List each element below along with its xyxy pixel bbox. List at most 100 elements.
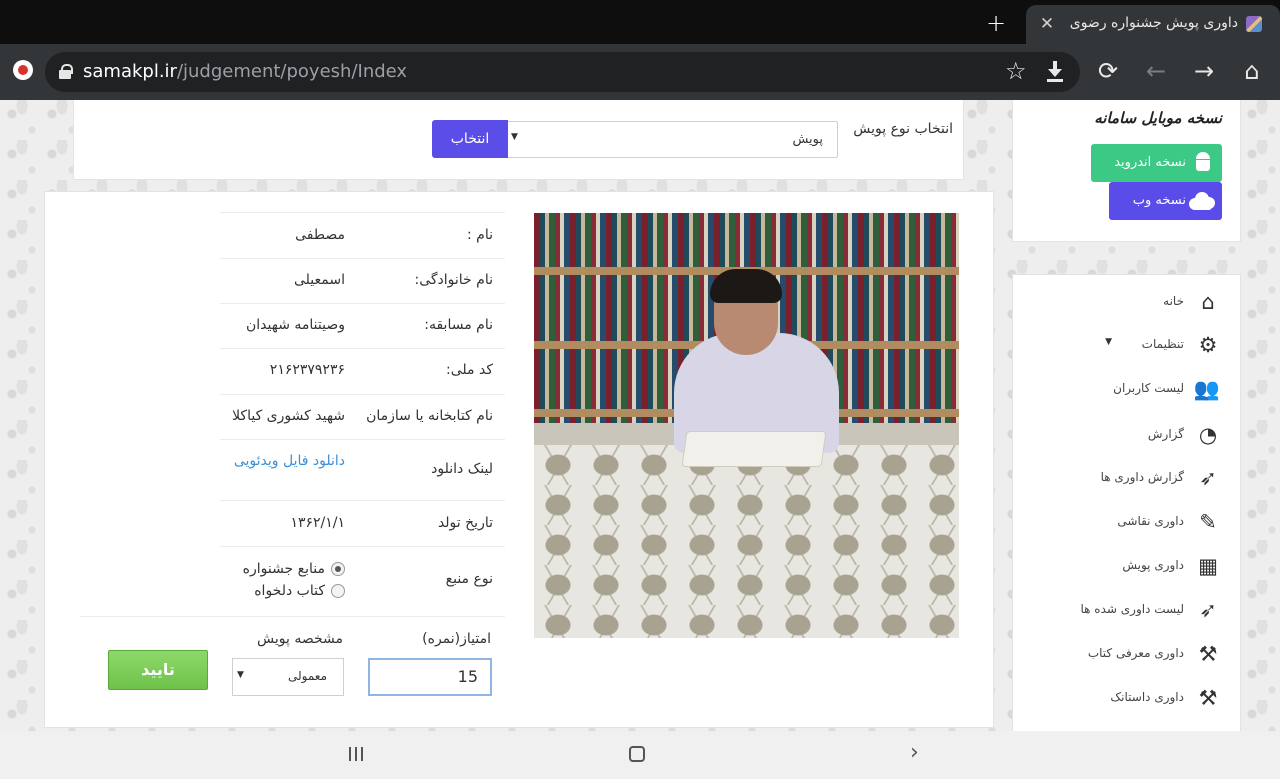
system-nav-bar: › bbox=[0, 731, 1280, 779]
radio-checked-icon[interactable] bbox=[331, 562, 345, 576]
sidebar-item-judging-report[interactable]: ➶ گزارش داوری ها bbox=[1020, 463, 1220, 493]
sidebar-item-users[interactable]: 👥 لیست کاربران bbox=[1020, 374, 1220, 404]
sidebar-item-label: گزارش داوری ها bbox=[1100, 470, 1184, 484]
field-value: شهید کشوری کیاکلا bbox=[232, 408, 345, 424]
rocket-icon: ➶ bbox=[1199, 466, 1217, 490]
radio-unchecked-icon[interactable] bbox=[331, 584, 345, 598]
new-tab-button[interactable]: + bbox=[982, 10, 1010, 38]
score-input[interactable]: 15 bbox=[368, 658, 492, 696]
type-select[interactable]: پویش ▼ bbox=[506, 121, 838, 158]
field-label: نام کتابخانه یا سازمان bbox=[366, 408, 493, 424]
sidebar-item-judged-list[interactable]: ➶ لیست داوری شده ها bbox=[1020, 595, 1220, 625]
favicon-icon bbox=[1246, 16, 1262, 32]
url-text[interactable]: samakpl.ir/judgement/poyesh/Index bbox=[83, 61, 407, 82]
spec-label: مشخصه پویش bbox=[257, 631, 343, 647]
side-menu: ⌂ خانه ⚙ تنظیمات ▼ 👥 لیست کاربران ◔ گزار… bbox=[1012, 274, 1241, 731]
sidebar-item-report[interactable]: ◔ گزارش bbox=[1020, 420, 1220, 450]
gavel-icon: ⚒ bbox=[1198, 686, 1218, 710]
extension-icon[interactable] bbox=[13, 60, 33, 80]
browser-tab[interactable]: داوری پویش جشنواره رضوی ✕ bbox=[1026, 5, 1280, 44]
address-bar[interactable]: samakpl.ir/judgement/poyesh/Index ☆ bbox=[45, 52, 1080, 92]
dropdown-arrow-icon: ▼ bbox=[511, 132, 518, 142]
forward-arrow-icon[interactable]: → bbox=[1189, 56, 1219, 86]
choose-button[interactable]: انتخاب bbox=[432, 120, 508, 158]
page-body: نسخه موبایل سامانه نسخه اندروید نسخه وب … bbox=[0, 100, 1280, 731]
judging-card: نام : مصطفی نام خانوادگی: اسمعیلی نام مس… bbox=[44, 191, 994, 728]
radio-label: کتاب دلخواه bbox=[254, 583, 325, 599]
type-selector-card: انتخاب نوع پویش پویش ▼ انتخاب bbox=[73, 100, 964, 180]
mobile-version-title: نسخه موبایل سامانه bbox=[1094, 109, 1222, 127]
sidebar-item-home[interactable]: ⌂ خانه bbox=[1020, 287, 1220, 317]
chevron-down-icon: ▼ bbox=[1105, 337, 1112, 347]
field-value: اسمعیلی bbox=[294, 272, 345, 288]
sidebar-item-label: خانه bbox=[1163, 294, 1184, 308]
sidebar-item-painting[interactable]: ✎ داوری نقاشی bbox=[1020, 507, 1220, 537]
field-label: لینک دانلود bbox=[431, 461, 493, 477]
sidebar-item-label: داوری نقاشی bbox=[1117, 514, 1184, 528]
back-arrow-icon[interactable]: ← bbox=[1141, 56, 1171, 86]
participant-photo[interactable] bbox=[534, 213, 959, 638]
field-label: نام : bbox=[467, 227, 493, 243]
score-label: امتیاز(نمره) bbox=[422, 631, 491, 647]
radio-custom-book[interactable]: کتاب دلخواه bbox=[254, 583, 345, 599]
confirm-button[interactable]: تایید bbox=[108, 650, 208, 690]
field-label: نوع منبع bbox=[445, 571, 493, 587]
type-select-value: پویش bbox=[792, 132, 823, 147]
lock-icon[interactable] bbox=[59, 64, 73, 80]
home-icon: ⌂ bbox=[1201, 290, 1215, 314]
info-row-national-id: کد ملی: ۲۱۶۲۳۷۹۲۳۶ bbox=[220, 348, 505, 394]
sidebar-item-short-story[interactable]: ⚒ داوری داستانک bbox=[1020, 683, 1220, 713]
gear-icon: ⚙ bbox=[1198, 333, 1218, 357]
android-version-button[interactable]: نسخه اندروید bbox=[1091, 144, 1222, 182]
web-version-button[interactable]: نسخه وب bbox=[1109, 182, 1222, 220]
gavel-icon: ⚒ bbox=[1198, 642, 1218, 666]
sidebar-item-label: لیست کاربران bbox=[1113, 381, 1184, 395]
film-icon: ▦ bbox=[1198, 554, 1218, 578]
tab-title: داوری پویش جشنواره رضوی bbox=[1069, 15, 1238, 31]
sidebar-item-label: تنظیمات bbox=[1141, 337, 1184, 351]
info-row-first-name: نام : مصطفی bbox=[220, 212, 505, 258]
divider bbox=[80, 616, 505, 617]
dropdown-arrow-icon: ▼ bbox=[237, 670, 244, 680]
mobile-version-card: نسخه موبایل سامانه نسخه اندروید نسخه وب bbox=[1012, 100, 1241, 242]
spec-select[interactable]: معمولی ▼ bbox=[232, 658, 344, 696]
sidebar-item-poyesh[interactable]: ▦ داوری پویش bbox=[1020, 551, 1220, 581]
info-row-last-name: نام خانوادگی: اسمعیلی bbox=[220, 258, 505, 303]
sidebar-item-book-intro[interactable]: ⚒ داوری معرفی کتاب bbox=[1020, 639, 1220, 669]
recents-icon[interactable] bbox=[347, 747, 365, 761]
sidebar-item-label: گزارش bbox=[1147, 427, 1184, 441]
sidebar-item-label: داوری داستانک bbox=[1110, 690, 1184, 704]
reload-icon[interactable]: ⟳ bbox=[1093, 56, 1123, 86]
rocket-icon: ➶ bbox=[1199, 598, 1217, 622]
browser-toolbar: samakpl.ir/judgement/poyesh/Index ☆ ⟳ ← … bbox=[0, 44, 1280, 100]
paintbrush-icon: ✎ bbox=[1199, 510, 1217, 534]
dashboard-icon: ◔ bbox=[1198, 423, 1218, 447]
type-selector-label: انتخاب نوع پویش bbox=[853, 121, 953, 137]
sidebar-item-label: داوری معرفی کتاب bbox=[1087, 646, 1184, 660]
spec-select-value: معمولی bbox=[287, 669, 327, 683]
info-row-birth-date: تاریخ تولد ۱۳۶۲/۱/۱ bbox=[220, 500, 505, 546]
info-row-library: نام کتابخانه یا سازمان شهید کشوری کیاکلا bbox=[220, 394, 505, 439]
cloud-icon bbox=[1189, 190, 1215, 210]
back-icon[interactable]: › bbox=[910, 741, 919, 765]
sidebar-item-settings[interactable]: ⚙ تنظیمات ▼ bbox=[1020, 330, 1220, 360]
field-label: تاریخ تولد bbox=[437, 515, 493, 531]
field-value: مصطفی bbox=[295, 227, 345, 243]
users-icon: 👥 bbox=[1193, 377, 1220, 401]
home-icon[interactable]: ⌂ bbox=[1237, 56, 1267, 86]
radio-label: منابع جشنواره bbox=[242, 561, 325, 577]
close-tab-icon[interactable]: ✕ bbox=[1034, 12, 1060, 36]
download-icon[interactable] bbox=[1045, 61, 1065, 83]
field-value: وصیتنامه شهیدان bbox=[246, 317, 345, 333]
info-row-download: لینک دانلود دانلود فایل ویدئویی bbox=[220, 439, 505, 500]
radio-festival-sources[interactable]: منابع جشنواره bbox=[243, 561, 345, 577]
bookmark-star-icon[interactable]: ☆ bbox=[1005, 57, 1027, 85]
android-version-label: نسخه اندروید bbox=[1114, 155, 1186, 170]
field-value: ۲۱۶۲۳۷۹۲۳۶ bbox=[269, 362, 345, 378]
download-video-link[interactable]: دانلود فایل ویدئویی bbox=[234, 453, 345, 469]
info-row-source-type: نوع منبع منابع جشنواره کتاب دلخواه bbox=[220, 546, 505, 616]
field-label: کد ملی: bbox=[446, 362, 493, 378]
home-button-icon[interactable] bbox=[629, 746, 645, 762]
field-label: نام مسابقه: bbox=[424, 317, 493, 333]
android-icon bbox=[1194, 152, 1212, 174]
